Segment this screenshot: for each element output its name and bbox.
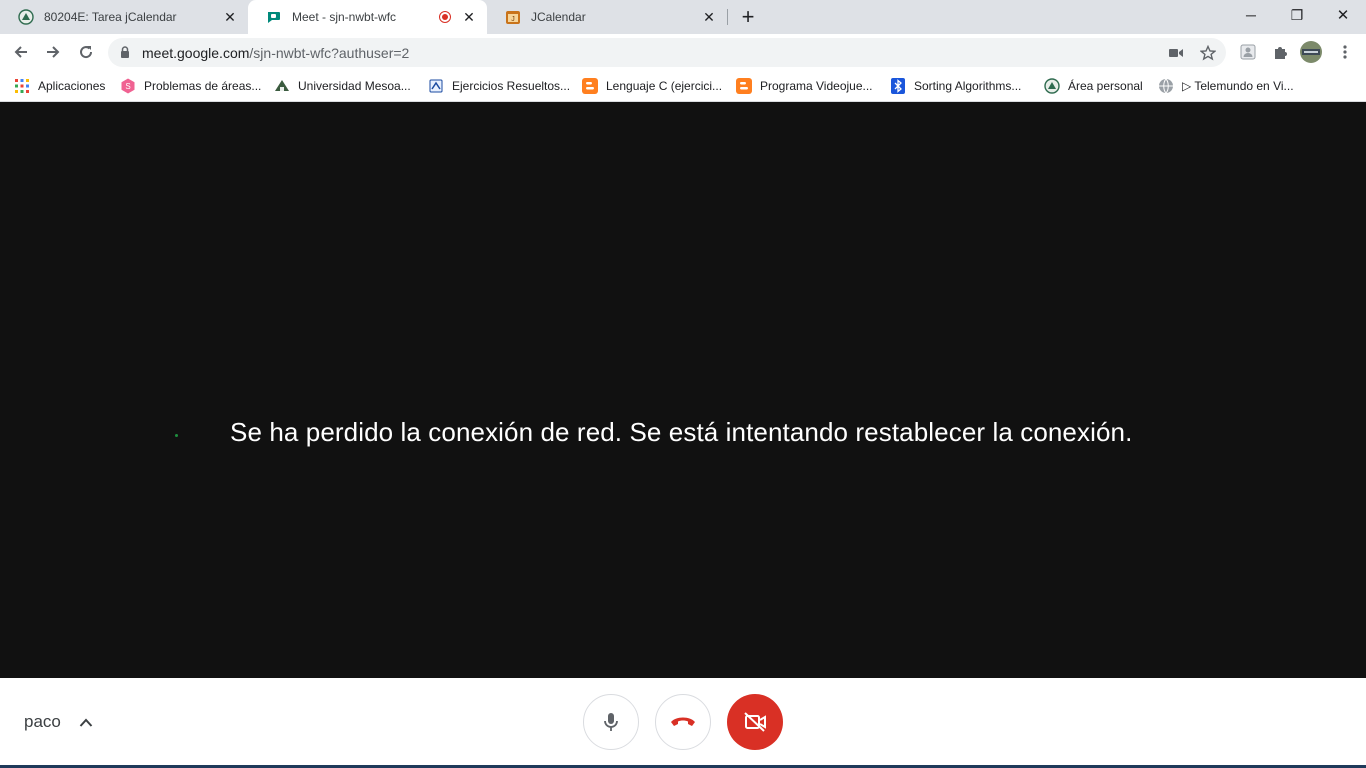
recording-indicator-icon bbox=[439, 11, 451, 23]
microphone-button[interactable] bbox=[583, 694, 639, 750]
bookmark-area-personal[interactable]: Área personal bbox=[1044, 76, 1143, 96]
jcalendar-icon: J bbox=[505, 9, 521, 25]
tab-title: JCalendar bbox=[531, 10, 586, 24]
back-button[interactable] bbox=[6, 37, 36, 67]
tab-title: 80204E: Tarea jCalendar bbox=[44, 10, 177, 24]
globe-icon bbox=[1158, 78, 1174, 94]
bookmark-label: Programa Videojue... bbox=[760, 79, 873, 93]
new-tab-button[interactable]: + bbox=[734, 4, 762, 32]
bookmark-programa-videojuego[interactable]: Programa Videojue... bbox=[736, 76, 873, 96]
bookmark-ejercicios[interactable]: Ejercicios Resueltos... bbox=[428, 76, 570, 96]
camera-off-icon bbox=[744, 712, 766, 732]
microphone-icon bbox=[604, 713, 618, 731]
close-tab-icon[interactable]: ✕ bbox=[701, 9, 717, 25]
reload-button[interactable] bbox=[71, 37, 101, 67]
bookmark-label: Universidad Mesoa... bbox=[298, 79, 411, 93]
bookmark-label: Aplicaciones bbox=[38, 79, 106, 93]
url-text[interactable]: meet.google.com/sjn-nwbt-wfc?authuser=2 bbox=[142, 45, 409, 61]
restore-button[interactable]: ❐ bbox=[1274, 0, 1320, 30]
hang-up-icon bbox=[671, 717, 695, 726]
blogger-icon bbox=[736, 78, 752, 94]
book-icon bbox=[428, 78, 444, 94]
bluetooth-icon bbox=[890, 78, 906, 94]
close-window-button[interactable]: ✕ bbox=[1320, 0, 1366, 30]
lock-icon bbox=[120, 46, 130, 64]
menu-kebab-icon[interactable] bbox=[1332, 39, 1358, 65]
svg-text:J: J bbox=[511, 16, 515, 23]
bookmark-sorting-algorithms[interactable]: Sorting Algorithms... bbox=[890, 76, 1021, 96]
apps-grid-icon bbox=[14, 78, 30, 94]
bookmark-label: Ejercicios Resueltos... bbox=[452, 79, 571, 93]
university-icon bbox=[274, 78, 290, 94]
puzzle-icon[interactable] bbox=[1267, 39, 1293, 65]
tab-80204e[interactable]: 80204E: Tarea jCalendar ✕ bbox=[0, 0, 248, 34]
avatar[interactable] bbox=[1298, 39, 1324, 65]
bookmark-universidad[interactable]: Universidad Mesoa... bbox=[274, 76, 411, 96]
bookmark-telemundo[interactable]: ▷ Telemundo en Vi... bbox=[1158, 76, 1294, 96]
tab-meet[interactable]: Meet - sjn-nwbt-wfc ✕ bbox=[248, 0, 487, 34]
minimize-button[interactable]: ─ bbox=[1228, 0, 1274, 30]
loading-indicator bbox=[175, 434, 178, 437]
bookmark-label: ▷ Telemundo en Vi... bbox=[1182, 79, 1294, 93]
camera-icon[interactable] bbox=[1166, 43, 1186, 63]
browser-toolbar: meet.google.com/sjn-nwbt-wfc?authuser=2 bbox=[0, 34, 1366, 70]
forward-button[interactable] bbox=[38, 37, 68, 67]
meeting-user-name: paco bbox=[24, 712, 61, 731]
bookmarks-bar: Aplicaciones S Problemas de áreas... Uni… bbox=[0, 70, 1366, 102]
camera-off-button[interactable] bbox=[727, 694, 783, 750]
arrow-right-icon bbox=[47, 46, 60, 58]
university-icon bbox=[1044, 78, 1060, 94]
hang-up-button[interactable] bbox=[655, 694, 711, 750]
tab-title: Meet - sjn-nwbt-wfc bbox=[292, 10, 397, 24]
svg-text:S: S bbox=[125, 82, 130, 91]
arrow-left-icon bbox=[14, 46, 27, 58]
bookmark-label: Sorting Algorithms... bbox=[914, 79, 1022, 93]
bookmark-label: Área personal bbox=[1068, 79, 1143, 93]
address-bar[interactable]: meet.google.com/sjn-nwbt-wfc?authuser=2 bbox=[108, 38, 1226, 67]
url-domain: meet.google.com bbox=[142, 45, 250, 61]
connection-lost-message: Se ha perdido la conexión de red. Se est… bbox=[230, 417, 1133, 447]
star-icon[interactable] bbox=[1198, 43, 1218, 63]
reload-icon bbox=[80, 46, 93, 59]
bookmark-aplicaciones[interactable]: Aplicaciones bbox=[14, 76, 105, 96]
close-tab-icon[interactable]: ✕ bbox=[461, 9, 477, 25]
chevron-up-icon[interactable] bbox=[76, 712, 96, 732]
tab-strip: 80204E: Tarea jCalendar ✕ Meet - sjn-nwb… bbox=[0, 0, 1366, 34]
university-seal-icon bbox=[18, 9, 34, 25]
meet-stage: Se ha perdido la conexión de red. Se est… bbox=[0, 103, 1366, 678]
hexagon-s-icon: S bbox=[120, 78, 136, 94]
tab-jcalendar[interactable]: J JCalendar ✕ bbox=[487, 0, 727, 34]
bookmark-label: Problemas de áreas... bbox=[144, 79, 262, 93]
close-tab-icon[interactable]: ✕ bbox=[222, 9, 238, 25]
bookmark-lenguaje-c[interactable]: Lenguaje C (ejercici... bbox=[582, 76, 722, 96]
blogger-icon bbox=[582, 78, 598, 94]
tab-divider bbox=[727, 9, 728, 25]
google-meet-icon bbox=[266, 9, 282, 25]
meet-control-bar: paco bbox=[0, 678, 1366, 768]
profile-extension-icon[interactable] bbox=[1235, 39, 1261, 65]
url-path: /sjn-nwbt-wfc?authuser=2 bbox=[249, 45, 410, 61]
bookmark-problemas[interactable]: S Problemas de áreas... bbox=[120, 76, 261, 96]
bookmark-label: Lenguaje C (ejercici... bbox=[606, 79, 723, 93]
